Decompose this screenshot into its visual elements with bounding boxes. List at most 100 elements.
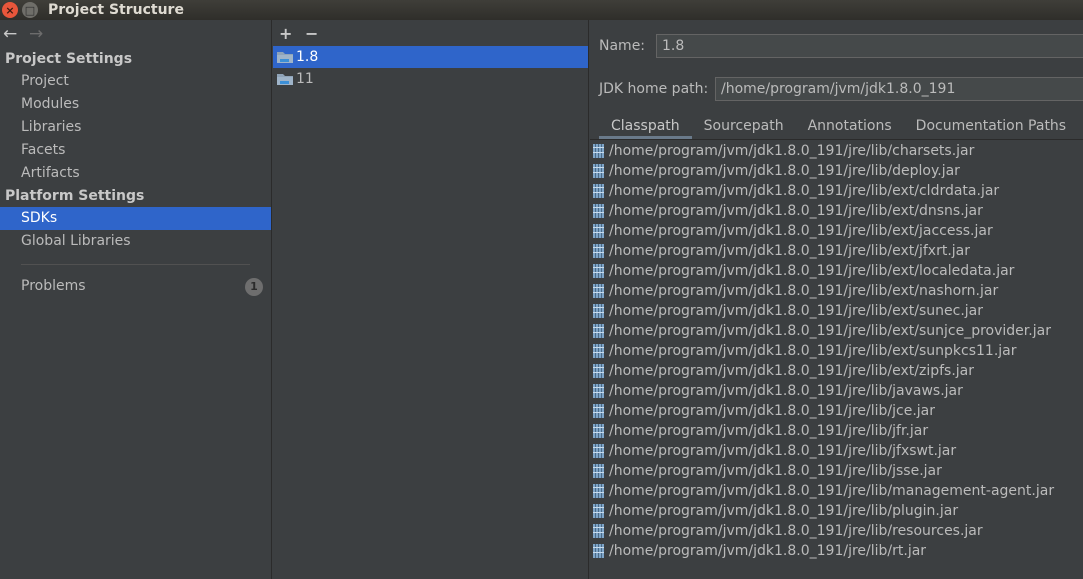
jar-icon — [593, 384, 604, 398]
classpath-entry-label: /home/program/jvm/jdk1.8.0_191/jre/lib/r… — [609, 523, 983, 539]
remove-sdk-button[interactable]: − — [305, 24, 331, 43]
classpath-entry-label: /home/program/jvm/jdk1.8.0_191/jre/lib/j… — [609, 443, 957, 459]
name-label: Name: — [599, 38, 646, 54]
folder-icon — [277, 52, 293, 63]
list-item[interactable]: /home/program/jvm/jdk1.8.0_191/jre/lib/e… — [590, 241, 1083, 261]
sdk-list-panel: + − 1.8 11 — [273, 20, 589, 579]
list-item[interactable]: /home/program/jvm/jdk1.8.0_191/jre/lib/r… — [590, 521, 1083, 541]
sdk-item-label: 1.8 — [296, 49, 319, 65]
jar-icon — [593, 324, 604, 338]
jar-icon — [593, 204, 604, 218]
classpath-entry-label: /home/program/jvm/jdk1.8.0_191/jre/lib/e… — [609, 243, 971, 259]
title-bar: × □ Project Structure — [0, 0, 1083, 20]
classpath-entry-label: /home/program/jvm/jdk1.8.0_191/jre/lib/e… — [609, 183, 1000, 199]
jar-icon — [593, 344, 604, 358]
tab-documentation-paths[interactable]: Documentation Paths — [904, 115, 1078, 139]
window-title: Project Structure — [48, 2, 184, 18]
list-item[interactable]: /home/program/jvm/jdk1.8.0_191/jre/lib/j… — [590, 381, 1083, 401]
sdk-item-1-8[interactable]: 1.8 — [273, 46, 588, 68]
classpath-entry-label: /home/program/jvm/jdk1.8.0_191/jre/lib/p… — [609, 503, 959, 519]
classpath-entry-label: /home/program/jvm/jdk1.8.0_191/jre/lib/e… — [609, 363, 975, 379]
list-item[interactable]: /home/program/jvm/jdk1.8.0_191/jre/lib/e… — [590, 221, 1083, 241]
problems-label: Problems — [21, 278, 86, 294]
sidebar-item-artifacts[interactable]: Artifacts — [0, 162, 271, 185]
list-item[interactable]: /home/program/jvm/jdk1.8.0_191/jre/lib/e… — [590, 281, 1083, 301]
list-item[interactable]: /home/program/jvm/jdk1.8.0_191/jre/lib/e… — [590, 301, 1083, 321]
jar-icon — [593, 184, 604, 198]
sdk-item-11[interactable]: 11 — [273, 68, 588, 90]
sidebar-item-problems[interactable]: Problems 1 — [0, 275, 271, 298]
jdk-home-row: JDK home path: — [599, 77, 1083, 101]
project-settings-header: Project Settings — [5, 51, 133, 67]
sidebar-item-facets[interactable]: Facets — [0, 139, 271, 162]
tabs-divider — [590, 139, 1083, 140]
list-item[interactable]: /home/program/jvm/jdk1.8.0_191/jre/lib/j… — [590, 401, 1083, 421]
list-item[interactable]: /home/program/jvm/jdk1.8.0_191/jre/lib/e… — [590, 321, 1083, 341]
tab-sourcepath[interactable]: Sourcepath — [692, 115, 796, 139]
classpath-entry-label: /home/program/jvm/jdk1.8.0_191/jre/lib/m… — [609, 483, 1055, 499]
add-sdk-button[interactable]: + — [279, 24, 305, 43]
classpath-entry-label: /home/program/jvm/jdk1.8.0_191/jre/lib/e… — [609, 263, 1015, 279]
list-item[interactable]: /home/program/jvm/jdk1.8.0_191/jre/lib/e… — [590, 361, 1083, 381]
path-tabs: Classpath Sourcepath Annotations Documentat… — [599, 115, 1078, 139]
jar-icon — [593, 364, 604, 378]
jar-icon — [593, 504, 604, 518]
jar-icon — [593, 524, 604, 538]
jar-icon — [593, 244, 604, 258]
jdk-home-input[interactable] — [715, 77, 1083, 101]
jar-icon — [593, 304, 604, 318]
name-row: Name: — [599, 34, 1083, 58]
sdk-item-label: 11 — [296, 71, 314, 87]
list-item[interactable]: /home/program/jvm/jdk1.8.0_191/jre/lib/j… — [590, 441, 1083, 461]
list-item[interactable]: /home/program/jvm/jdk1.8.0_191/jre/lib/e… — [590, 181, 1083, 201]
classpath-entry-label: /home/program/jvm/jdk1.8.0_191/jre/lib/e… — [609, 323, 1051, 339]
list-item[interactable]: /home/program/jvm/jdk1.8.0_191/jre/lib/j… — [590, 421, 1083, 441]
nav-toolbar: ← → — [0, 20, 271, 48]
list-item[interactable]: /home/program/jvm/jdk1.8.0_191/jre/lib/r… — [590, 541, 1083, 561]
list-item[interactable]: /home/program/jvm/jdk1.8.0_191/jre/lib/c… — [590, 141, 1083, 161]
sidebar-item-global-libraries[interactable]: Global Libraries — [0, 230, 271, 253]
list-item[interactable]: /home/program/jvm/jdk1.8.0_191/jre/lib/e… — [590, 341, 1083, 361]
list-item[interactable]: /home/program/jvm/jdk1.8.0_191/jre/lib/e… — [590, 201, 1083, 221]
folder-icon — [277, 74, 293, 85]
list-item[interactable]: /home/program/jvm/jdk1.8.0_191/jre/lib/j… — [590, 461, 1083, 481]
list-item[interactable]: /home/program/jvm/jdk1.8.0_191/jre/lib/p… — [590, 501, 1083, 521]
sidebar-item-libraries[interactable]: Libraries — [0, 116, 271, 139]
sidebar-item-project[interactable]: Project — [0, 70, 271, 93]
jdk-home-label: JDK home path: — [599, 81, 709, 97]
jar-icon — [593, 264, 604, 278]
sidebar-item-modules[interactable]: Modules — [0, 93, 271, 116]
classpath-list[interactable]: /home/program/jvm/jdk1.8.0_191/jre/lib/c… — [590, 141, 1083, 561]
classpath-entry-label: /home/program/jvm/jdk1.8.0_191/jre/lib/j… — [609, 423, 929, 439]
maximize-window-button[interactable]: □ — [22, 2, 38, 18]
jar-icon — [593, 284, 604, 298]
list-item[interactable]: /home/program/jvm/jdk1.8.0_191/jre/lib/d… — [590, 161, 1083, 181]
classpath-entry-label: /home/program/jvm/jdk1.8.0_191/jre/lib/j… — [609, 463, 942, 479]
name-input[interactable] — [656, 34, 1083, 58]
sidebar-item-sdks[interactable]: SDKs — [0, 207, 271, 230]
sdk-detail-panel: Name: JDK home path: ClasspathSourcepath… — [590, 20, 1083, 579]
classpath-entry-label: /home/program/jvm/jdk1.8.0_191/jre/lib/e… — [609, 203, 983, 219]
jar-icon — [593, 224, 604, 238]
jar-icon — [593, 424, 604, 438]
jar-icon — [593, 484, 604, 498]
classpath-entry-label: /home/program/jvm/jdk1.8.0_191/jre/lib/d… — [609, 163, 960, 179]
close-window-button[interactable]: × — [2, 2, 18, 18]
classpath-entry-label: /home/program/jvm/jdk1.8.0_191/jre/lib/e… — [609, 283, 999, 299]
sidebar-separator — [21, 264, 250, 265]
list-item[interactable]: /home/program/jvm/jdk1.8.0_191/jre/lib/e… — [590, 261, 1083, 281]
back-arrow-icon[interactable]: ← — [3, 24, 29, 44]
classpath-entry-label: /home/program/jvm/jdk1.8.0_191/jre/lib/e… — [609, 303, 984, 319]
classpath-entry-label: /home/program/jvm/jdk1.8.0_191/jre/lib/j… — [609, 383, 963, 399]
classpath-entry-label: /home/program/jvm/jdk1.8.0_191/jre/lib/j… — [609, 403, 935, 419]
platform-settings-header: Platform Settings — [5, 188, 145, 204]
classpath-entry-label: /home/program/jvm/jdk1.8.0_191/jre/lib/c… — [609, 143, 975, 159]
classpath-entry-label: /home/program/jvm/jdk1.8.0_191/jre/lib/r… — [609, 543, 927, 559]
sdk-toolbar: + − — [273, 20, 588, 46]
list-item[interactable]: /home/program/jvm/jdk1.8.0_191/jre/lib/m… — [590, 481, 1083, 501]
jar-icon — [593, 144, 604, 158]
sidebar: ← → Project Settings Project Modules Libra… — [0, 20, 272, 579]
tab-annotations[interactable]: Annotations — [796, 115, 904, 139]
forward-arrow-icon[interactable]: → — [29, 24, 55, 44]
tab-classpath[interactable]: Classpath — [599, 115, 692, 139]
